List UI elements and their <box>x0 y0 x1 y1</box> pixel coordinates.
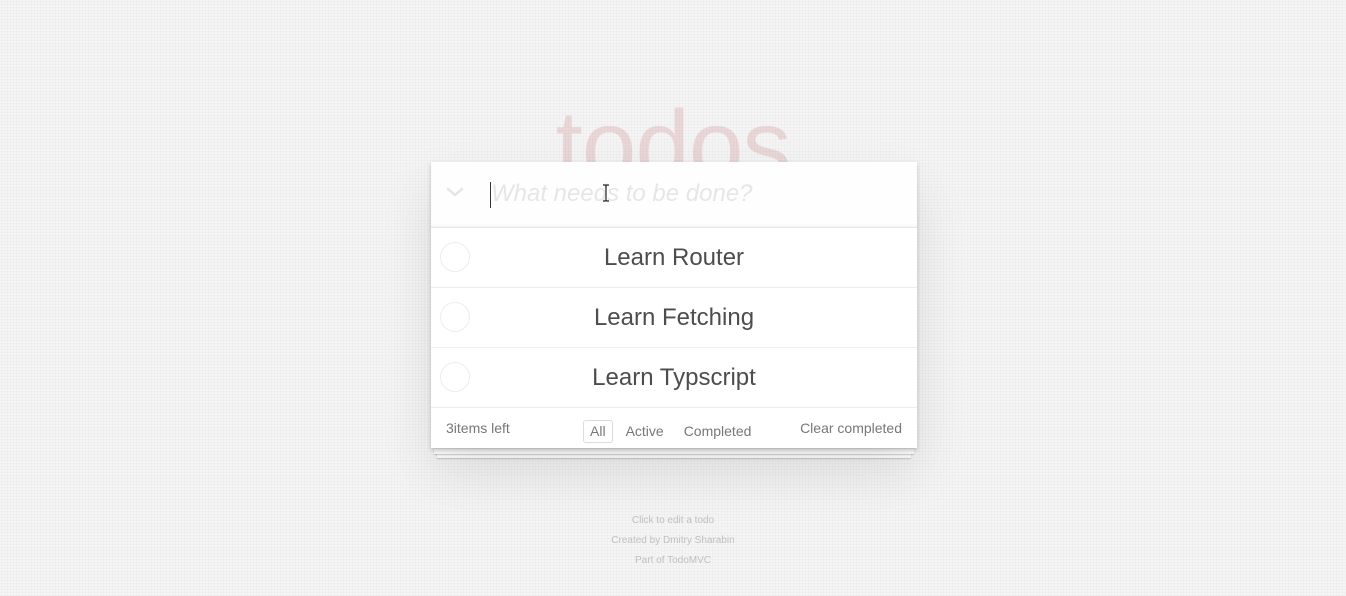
info-footer: Click to edit a todo Created by Dmitry S… <box>0 511 1346 571</box>
todo-header <box>431 162 917 228</box>
stack-shadow-1 <box>434 449 914 454</box>
todo-list: Learn Router Learn Fetching Learn Typscr… <box>431 228 917 408</box>
todo-item[interactable]: Learn Router <box>431 228 917 288</box>
items-left-count: 3items left <box>446 420 510 436</box>
todo-app: Learn Router Learn Fetching Learn Typscr… <box>431 162 917 448</box>
text-caret <box>490 182 491 208</box>
filter-completed[interactable]: Completed <box>677 420 759 443</box>
info-edit-hint: Click to edit a todo <box>631 515 715 526</box>
info-part-of: Part of TodoMVC <box>635 555 711 566</box>
filter-list: All Active Completed <box>583 420 758 443</box>
info-credits: Created by Dmitry Sharabin <box>611 535 735 546</box>
todo-label[interactable]: Learn Fetching <box>431 288 917 347</box>
clear-completed-button[interactable]: Clear completed <box>800 420 902 436</box>
todo-footer: 3items left All Active Completed Clear c… <box>431 408 917 448</box>
chevron-down-icon[interactable] <box>443 181 467 205</box>
todo-item[interactable]: Learn Typscript <box>431 348 917 408</box>
chevron-down-icon-svg <box>446 187 464 197</box>
todo-label[interactable]: Learn Router <box>431 228 917 287</box>
filter-all[interactable]: All <box>583 420 613 443</box>
todo-label[interactable]: Learn Typscript <box>431 348 917 407</box>
new-todo-input[interactable] <box>489 174 901 214</box>
filter-active[interactable]: Active <box>619 420 671 443</box>
todo-item[interactable]: Learn Fetching <box>431 288 917 348</box>
text-cursor-icon <box>603 184 609 202</box>
